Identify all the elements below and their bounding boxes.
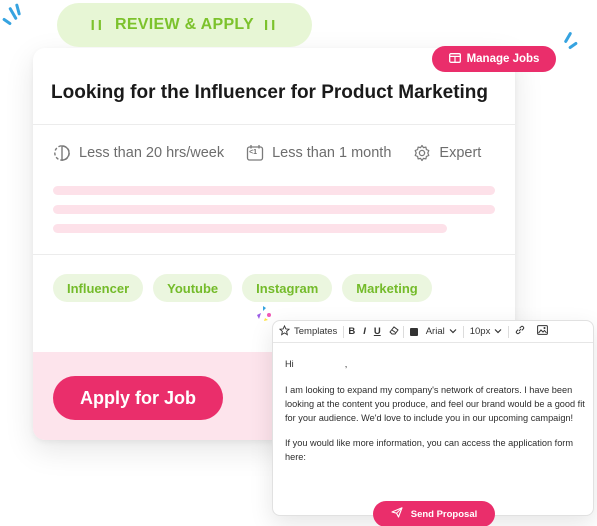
review-apply-label: REVIEW & APPLY: [114, 16, 255, 33]
confetti-icon: [257, 306, 271, 321]
job-meta: Less than 20 hrs/week <1 Less than 1 mon…: [53, 144, 503, 162]
editor-content[interactable]: Hi , I am looking to expand my company's…: [285, 357, 585, 475]
manage-jobs-label: Manage Jobs: [466, 53, 540, 65]
tag-chip[interactable]: Influencer: [53, 274, 144, 302]
tag-chip[interactable]: Youtube: [153, 274, 233, 302]
eraser-icon: [389, 325, 399, 338]
chevron-down-icon: [449, 326, 457, 337]
image-button[interactable]: [531, 321, 554, 342]
font-select[interactable]: Arial: [404, 321, 463, 342]
meta-hours: Less than 20 hrs/week: [53, 144, 224, 162]
divider: [33, 124, 515, 125]
clock-half-icon: [53, 144, 71, 162]
apply-for-job-button[interactable]: Apply for Job: [53, 376, 223, 420]
chevron-down-icon: [494, 326, 502, 337]
sparkle-decoration: [563, 31, 573, 44]
meta-level: Expert: [413, 144, 481, 162]
italic-label: I: [363, 326, 366, 337]
divider: [33, 254, 515, 255]
size-value: 10px: [469, 326, 491, 337]
link-button[interactable]: [509, 321, 531, 342]
tag-chip[interactable]: Instagram: [242, 274, 333, 302]
placeholder-line: [53, 186, 495, 195]
tag-list: Influencer Youtube Instagram Marketing: [53, 274, 432, 302]
sparkle-decoration: [2, 17, 12, 26]
job-title: Looking for the Influencer for Product M…: [51, 82, 489, 103]
underline-button[interactable]: U: [370, 321, 385, 342]
paper-plane-icon: [391, 507, 403, 521]
manage-jobs-button[interactable]: Manage Jobs: [432, 46, 556, 72]
review-apply-pill: II REVIEW & APPLY II: [57, 3, 312, 47]
hours-text: Less than 20 hrs/week: [79, 145, 225, 161]
placeholder-line: [53, 224, 447, 233]
star-icon: [278, 324, 291, 339]
editor-toolbar: Templates B I U Arial 10px: [273, 321, 593, 343]
placeholder-line: [53, 205, 495, 214]
proposal-editor: Templates B I U Arial 10px Hi , I am loo…: [272, 320, 594, 526]
pause-bars-icon: II: [90, 16, 105, 34]
pause-bars-icon: II: [264, 16, 279, 34]
sparkle-decoration: [14, 3, 22, 16]
stage: Looking for the Influencer for Product M…: [0, 0, 597, 526]
calendar-icon-text: <1: [249, 149, 258, 156]
greeting-text: Hi ,: [285, 359, 348, 369]
size-select[interactable]: 10px: [464, 321, 509, 342]
bold-label: B: [348, 326, 356, 337]
board-icon: [448, 52, 461, 66]
send-proposal-label: Send Proposal: [410, 508, 478, 520]
eraser-button[interactable]: [385, 321, 403, 342]
templates-label: Templates: [294, 326, 338, 337]
meta-duration: <1 Less than 1 month: [246, 144, 391, 162]
image-icon: [537, 325, 549, 338]
duration-text: Less than 1 month: [272, 145, 392, 161]
gear-icon: [413, 144, 431, 162]
tag-chip[interactable]: Marketing: [342, 274, 432, 302]
font-value: Arial: [425, 326, 445, 337]
message-paragraph: I am looking to expand my company's netw…: [285, 385, 585, 423]
link-icon: [515, 325, 525, 338]
send-proposal-button[interactable]: Send Proposal: [373, 501, 495, 526]
underline-label: U: [373, 326, 381, 337]
bold-button[interactable]: B: [344, 321, 359, 342]
message-paragraph: If you would like more information, you …: [285, 438, 574, 462]
sparkle-decoration: [568, 41, 578, 50]
calendar-icon: <1: [246, 144, 264, 162]
italic-button[interactable]: I: [359, 321, 370, 342]
color-swatch-icon: [409, 327, 418, 336]
level-text: Expert: [439, 145, 482, 161]
templates-button[interactable]: Templates: [273, 321, 343, 342]
